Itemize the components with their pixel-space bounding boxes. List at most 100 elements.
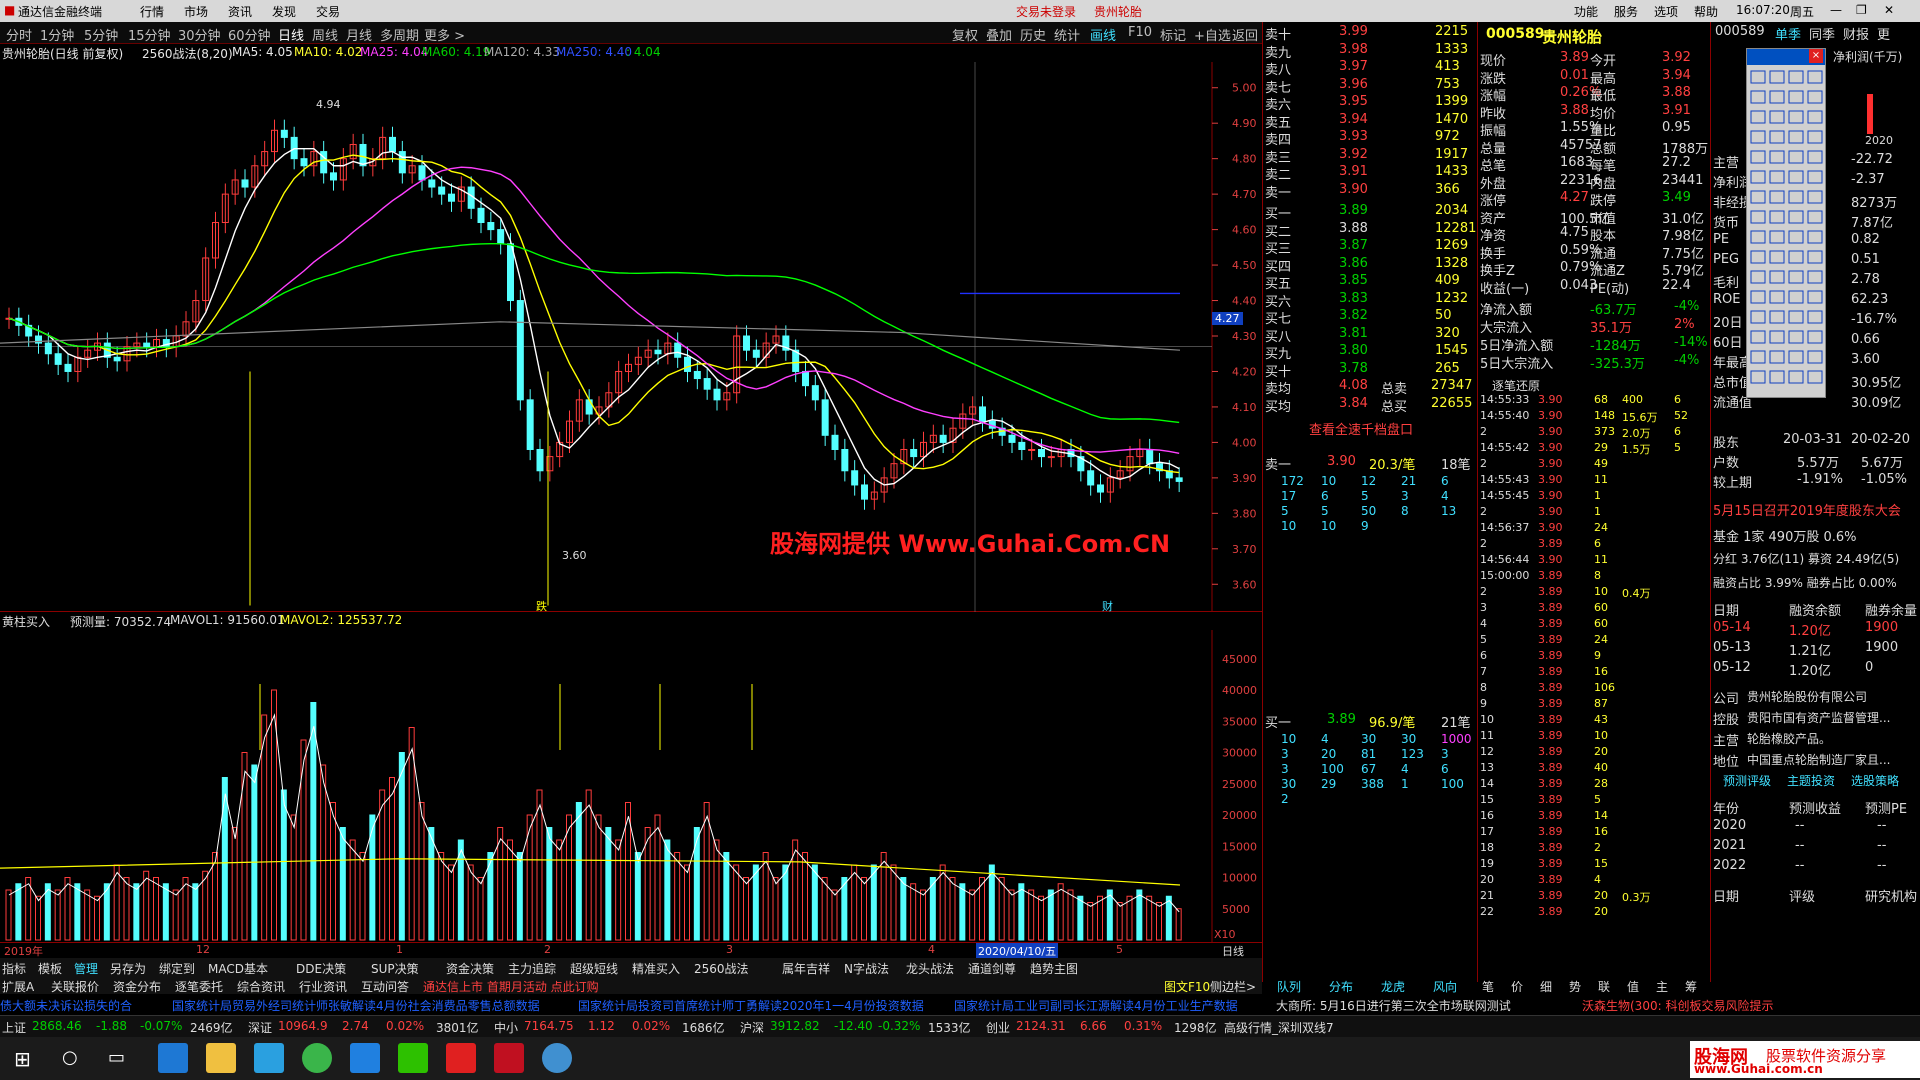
menu-zixun[interactable]: 资讯 [228,3,252,20]
indicator-tab[interactable]: SUP决策 [371,960,419,977]
menu-shichang[interactable]: 市场 [184,3,208,20]
explorer-icon[interactable] [206,1043,236,1073]
orderbook-tab[interactable]: 队列 [1277,978,1301,995]
draw-tool-icon[interactable] [1769,250,1785,264]
tool-huaxian[interactable]: 画线 [1090,25,1116,44]
bid-row[interactable]: 买六 3.83 1232 [1263,291,1476,310]
bid-row[interactable]: 买七 3.82 50 [1263,308,1476,327]
period-monthly[interactable]: 月线 [346,25,372,44]
draw-tool-icon[interactable] [1750,90,1766,104]
draw-tool-icon[interactable] [1750,210,1766,224]
draw-tool-icon[interactable] [1788,150,1804,164]
draw-tool-icon[interactable] [1788,110,1804,124]
period-fenshi[interactable]: 分时 [6,25,32,44]
tool-f10[interactable]: F10 [1128,25,1152,40]
draw-tool-icon[interactable] [1788,350,1804,364]
draw-tool-icon[interactable] [1807,150,1823,164]
indicator-tab[interactable]: 超级短线 [570,960,618,977]
indicator-tab[interactable]: DDE决策 [296,960,346,977]
draw-tool-icon[interactable] [1807,170,1823,184]
sidebar-toggle[interactable]: 侧边栏> [1210,978,1256,995]
quote-tab[interactable]: 价 [1511,978,1523,995]
draw-tools-icons[interactable] [1747,65,1827,397]
ticker-item[interactable]: 国家统计局贸易外经司统计师张敏解读4月份社会消费品零售总额数据 [172,997,540,1014]
draw-tool-icon[interactable] [1769,190,1785,204]
ticker-item[interactable]: 大商所: 5月16日进行第三次全市场联网测试 [1276,997,1511,1014]
ticker-item[interactable]: 沃森生物(300: 科创板交易风险提示 [1582,997,1773,1014]
f10-link[interactable]: 预测评级 [1723,772,1771,789]
bid-row[interactable]: 买一 3.89 2034 [1263,203,1476,222]
draw-tool-icon[interactable] [1750,250,1766,264]
info-tab[interactable]: 通达信上市 首期月活动 点此订购 [423,978,599,995]
ask-row[interactable]: 卖九 3.98 1333 [1263,42,1476,61]
draw-tool-icon[interactable] [1788,90,1804,104]
draw-tool-icon[interactable] [1788,210,1804,224]
draw-tool-icon[interactable] [1750,130,1766,144]
draw-tool-icon[interactable] [1769,110,1785,124]
indicator-tab[interactable]: 精准买入 [632,960,680,977]
news-ticker[interactable]: 债大额未决诉讼损失的合 国家统计局贸易外经司统计师张敏解读4月份社会消费品零售总… [0,995,1920,1015]
ticker-item[interactable]: 国家统计局工业司副司长江源解读4月份工业生产数据 [954,997,1238,1014]
indicator-tab[interactable]: 2560战法 [694,960,749,977]
draw-tool-icon[interactable] [1750,170,1766,184]
period-5min[interactable]: 5分钟 [84,25,118,44]
ask-row[interactable]: 卖七 3.96 753 [1263,77,1476,96]
draw-tool-icon[interactable] [1769,130,1785,144]
draw-tool-icon[interactable] [1769,230,1785,244]
menu-jiaoyi[interactable]: 交易 [316,3,340,20]
ask-row[interactable]: 卖五 3.94 1470 [1263,112,1476,131]
draw-tool-icon[interactable] [1807,210,1823,224]
draw-tool-icon[interactable] [1807,290,1823,304]
kline-chart[interactable]: 5.00 4.90 4.80 4.70 4.60 4.50 4.40 4.30 4.20 4.10… [0,62,1262,613]
indicator-tab[interactable]: N字战法 [844,960,889,977]
f10-tab[interactable]: 同季 [1809,24,1835,43]
palette-close-icon[interactable]: × [1809,49,1823,63]
quote-tab[interactable]: 联 [1598,978,1610,995]
store-icon[interactable] [254,1043,284,1073]
draw-tool-icon[interactable] [1769,350,1785,364]
draw-tool-icon[interactable] [1788,190,1804,204]
draw-tool-icon[interactable] [1750,270,1766,284]
draw-tool-icon[interactable] [1750,350,1766,364]
bid-row[interactable]: 买八 3.81 320 [1263,326,1476,345]
indicator-tab[interactable]: 资金决策 [446,960,494,977]
menu-hangqing[interactable]: 行情 [140,3,164,20]
draw-tool-icon[interactable] [1769,70,1785,84]
draw-tool-icon[interactable] [1769,290,1785,304]
draw-tool-icon[interactable] [1769,150,1785,164]
tool-diejia[interactable]: 叠加 [986,25,1012,44]
draw-tool-icon[interactable] [1788,370,1804,384]
draw-tool-icon[interactable] [1807,310,1823,324]
draw-tool-icon[interactable] [1750,110,1766,124]
edge-icon[interactable] [158,1043,188,1073]
f10-tab[interactable]: 更 [1877,24,1890,43]
info-tab[interactable]: 逐笔委托 [175,978,223,995]
draw-tool-icon[interactable] [1750,310,1766,324]
orderbook-tab[interactable]: 分布 [1329,978,1353,995]
draw-tool-icon[interactable] [1788,170,1804,184]
f10-tab[interactable]: 单季 [1775,24,1801,43]
draw-tool-icon[interactable] [1750,330,1766,344]
draw-tool-icon[interactable] [1769,90,1785,104]
indicator-tab[interactable]: MACD基本 [208,960,268,977]
info-tab[interactable]: 扩展A [2,978,34,995]
draw-tool-icon[interactable] [1750,70,1766,84]
bid-row[interactable]: 买三 3.87 1269 [1263,238,1476,257]
info-tab[interactable]: 关联报价 [51,978,99,995]
draw-tool-icon[interactable] [1788,230,1804,244]
tool-biaoji[interactable]: 标记 [1160,25,1186,44]
search-icon[interactable]: ○ [62,1047,78,1068]
period-30min[interactable]: 30分钟 [178,25,221,44]
ask-row[interactable]: 卖六 3.95 1399 [1263,94,1476,113]
quote-tab[interactable]: 笔 [1482,978,1494,995]
bid-row[interactable]: 买五 3.85 409 [1263,273,1476,292]
draw-tool-icon[interactable] [1769,310,1785,324]
orderbook-tab[interactable]: 龙虎 [1381,978,1405,995]
f10-tab[interactable]: 图文F10 [1164,978,1210,995]
f10-link[interactable]: 选股策略 [1851,772,1899,789]
tool-tongji[interactable]: 统计 [1054,25,1080,44]
period-60min[interactable]: 60分钟 [228,25,271,44]
tool-lishi[interactable]: 历史 [1020,25,1046,44]
draw-tool-icon[interactable] [1769,170,1785,184]
wechat-icon[interactable] [398,1043,428,1073]
